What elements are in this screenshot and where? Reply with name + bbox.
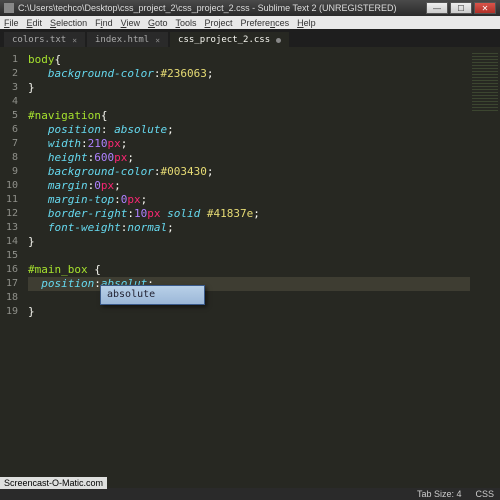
close-button[interactable]: ✕ <box>474 2 496 14</box>
close-icon[interactable]: × <box>72 36 77 45</box>
maximize-button[interactable]: ☐ <box>450 2 472 14</box>
minimap[interactable] <box>470 47 500 488</box>
app-icon <box>4 3 14 13</box>
close-icon[interactable]: × <box>155 36 160 45</box>
menu-find[interactable]: Find <box>95 18 113 28</box>
menu-help[interactable]: Help <box>297 18 316 28</box>
tab-label: colors.txt <box>12 35 66 45</box>
status-syntax[interactable]: CSS <box>475 489 494 499</box>
window-controls: — ☐ ✕ <box>426 2 496 14</box>
watermark: Screencast-O-Matic.com <box>0 477 107 489</box>
editor: 12345678910111213141516171819 body{ back… <box>0 47 500 488</box>
line-gutter: 12345678910111213141516171819 <box>0 47 24 488</box>
menu-file[interactable]: FFileile <box>4 18 19 28</box>
menu-view[interactable]: View <box>121 18 140 28</box>
tab-css-project[interactable]: css_project_2.css <box>170 32 289 47</box>
menu-preferences[interactable]: Preferences <box>241 18 290 28</box>
window-title: C:\Users\techco\Desktop\css_project_2\cs… <box>18 3 426 13</box>
tab-colors[interactable]: colors.txt × <box>4 32 85 47</box>
status-bar: Tab Size: 4 CSS <box>0 488 500 500</box>
tab-bar: colors.txt × index.html × css_project_2.cs… <box>0 29 500 47</box>
dirty-icon <box>276 38 281 43</box>
status-tabsize[interactable]: Tab Size: 4 <box>417 489 462 499</box>
autocomplete-item[interactable]: absolute <box>107 289 155 300</box>
menu-edit[interactable]: Edit <box>27 18 43 28</box>
menu-selection[interactable]: Selection <box>50 18 87 28</box>
menu-bar: FFileile Edit Selection Find View Goto T… <box>0 16 500 29</box>
tab-label: index.html <box>95 35 149 45</box>
tab-label: css_project_2.css <box>178 35 270 45</box>
tab-index[interactable]: index.html × <box>87 32 168 47</box>
code-area[interactable]: body{ background-color:#236063; } #navig… <box>24 47 470 488</box>
menu-project[interactable]: Project <box>205 18 233 28</box>
autocomplete-popup[interactable]: absolute <box>100 285 205 305</box>
minimize-button[interactable]: — <box>426 2 448 14</box>
menu-tools[interactable]: Tools <box>176 18 197 28</box>
menu-goto[interactable]: Goto <box>148 18 168 28</box>
window-titlebar: C:\Users\techco\Desktop\css_project_2\cs… <box>0 0 500 16</box>
